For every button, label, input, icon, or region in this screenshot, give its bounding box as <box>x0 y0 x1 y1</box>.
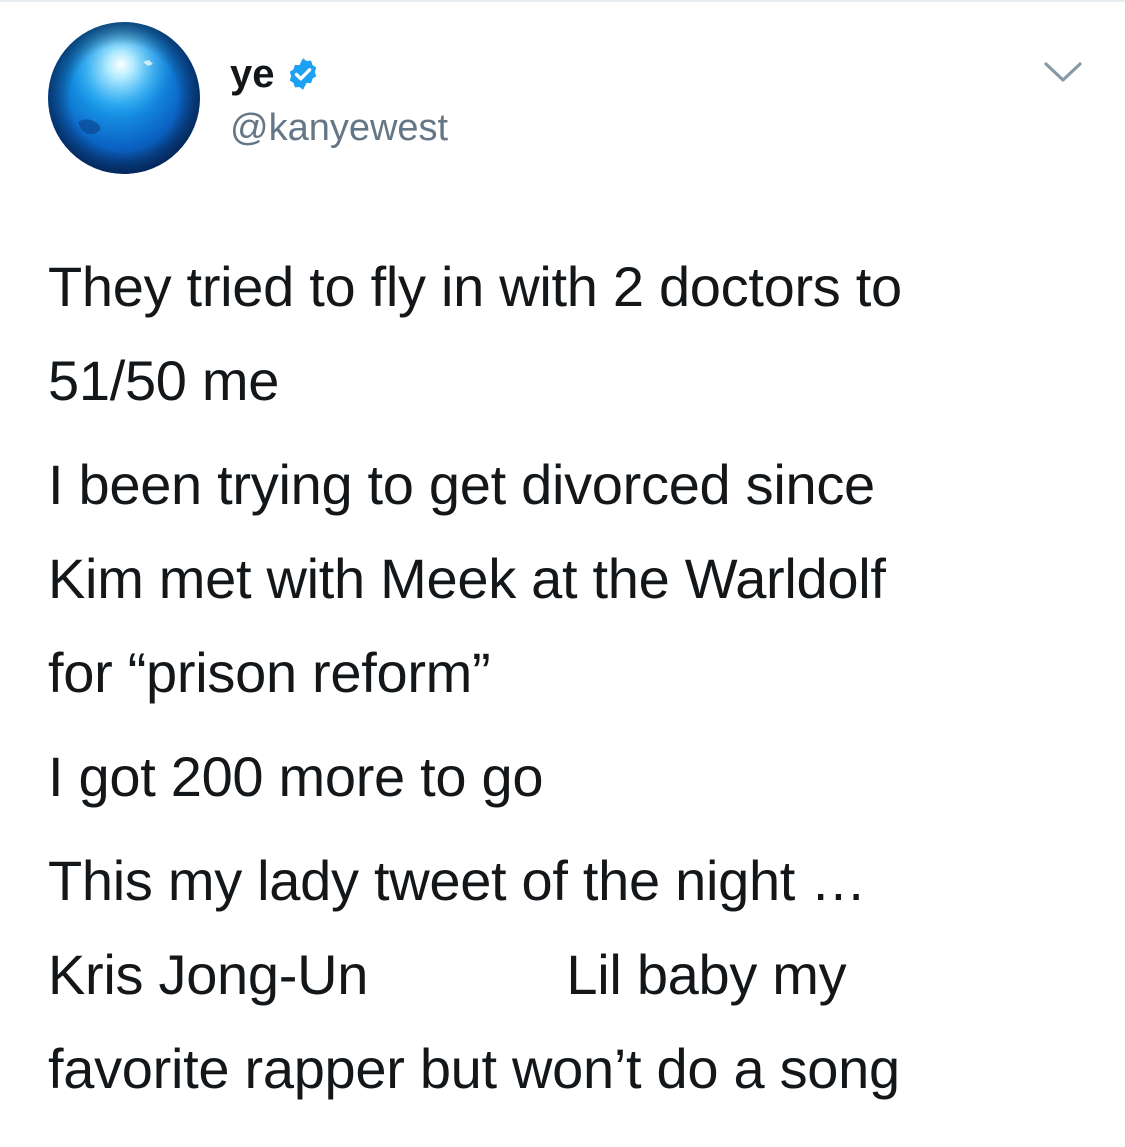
tweet-paragraph: I been trying to get divorced since Kim … <box>48 453 886 704</box>
author-display-name[interactable]: ye <box>230 48 275 100</box>
author-name-row: ye <box>230 48 321 100</box>
chevron-down-icon[interactable] <box>1042 58 1084 88</box>
tweet-paragraph: They tried to fly in with 2 doctors to 5… <box>48 255 902 412</box>
verified-badge-icon <box>285 56 321 92</box>
tweet-paragraph: I got 200 more to go <box>48 745 544 808</box>
author-handle[interactable]: @kanyewest <box>230 102 448 154</box>
tweet-text: They tried to fly in with 2 doctors to 5… <box>48 240 1088 1126</box>
tweet-paragraph: This my lady tweet of the night … Kris J… <box>48 849 900 1100</box>
tweet-header: ye @kanyewest <box>0 0 1125 200</box>
globe-icon <box>48 22 200 174</box>
author-avatar[interactable] <box>48 22 200 174</box>
